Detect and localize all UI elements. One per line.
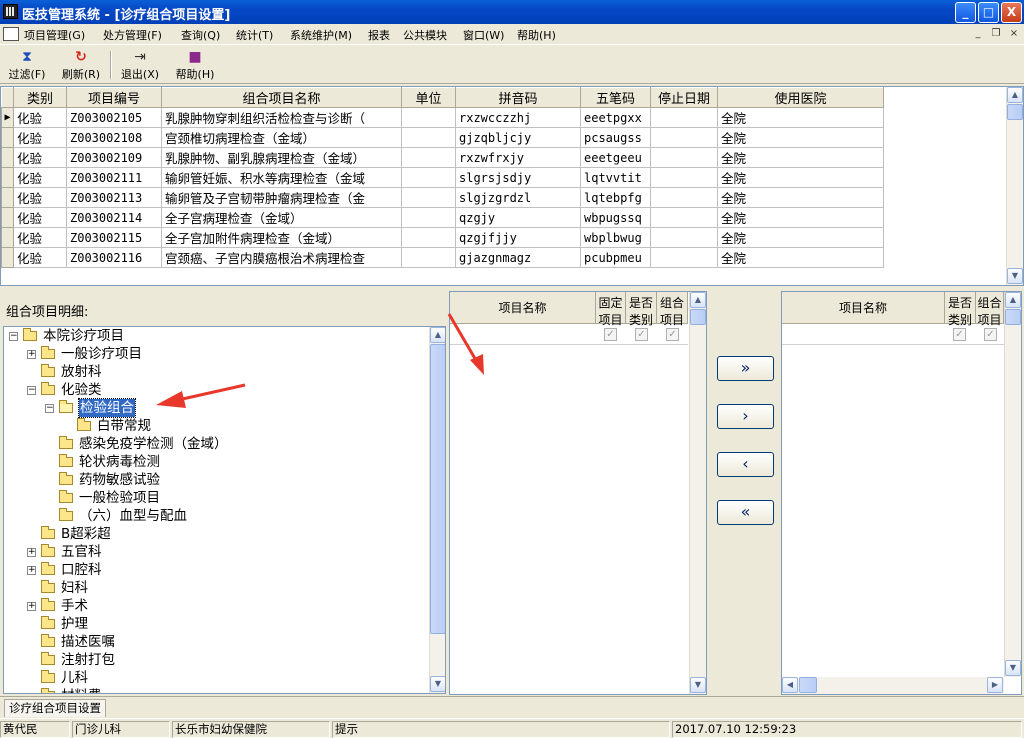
- annotation-arrow-list: [447, 313, 479, 363]
- tab-combo-settings[interactable]: 诊疗组合项目设置: [4, 699, 106, 717]
- status-user: 黄代民: [0, 721, 70, 738]
- window-tabbar: 诊疗组合项目设置: [0, 696, 1024, 718]
- annotation-arrowhead-list: [470, 354, 484, 375]
- status-bar: 黄代民 门诊儿科 长乐市妇幼保健院 提示 2017.07.10 12:59:23: [0, 718, 1024, 738]
- annotation-arrows: [156, 313, 484, 408]
- annotation-arrow-tree: [177, 383, 246, 402]
- annotation-arrowhead-tree: [156, 391, 186, 408]
- status-hint: 提示: [332, 721, 670, 738]
- status-dept: 门诊儿科: [72, 721, 170, 738]
- status-org: 长乐市妇幼保健院: [172, 721, 330, 738]
- status-datetime: 2017.07.10 12:59:23: [672, 721, 1022, 738]
